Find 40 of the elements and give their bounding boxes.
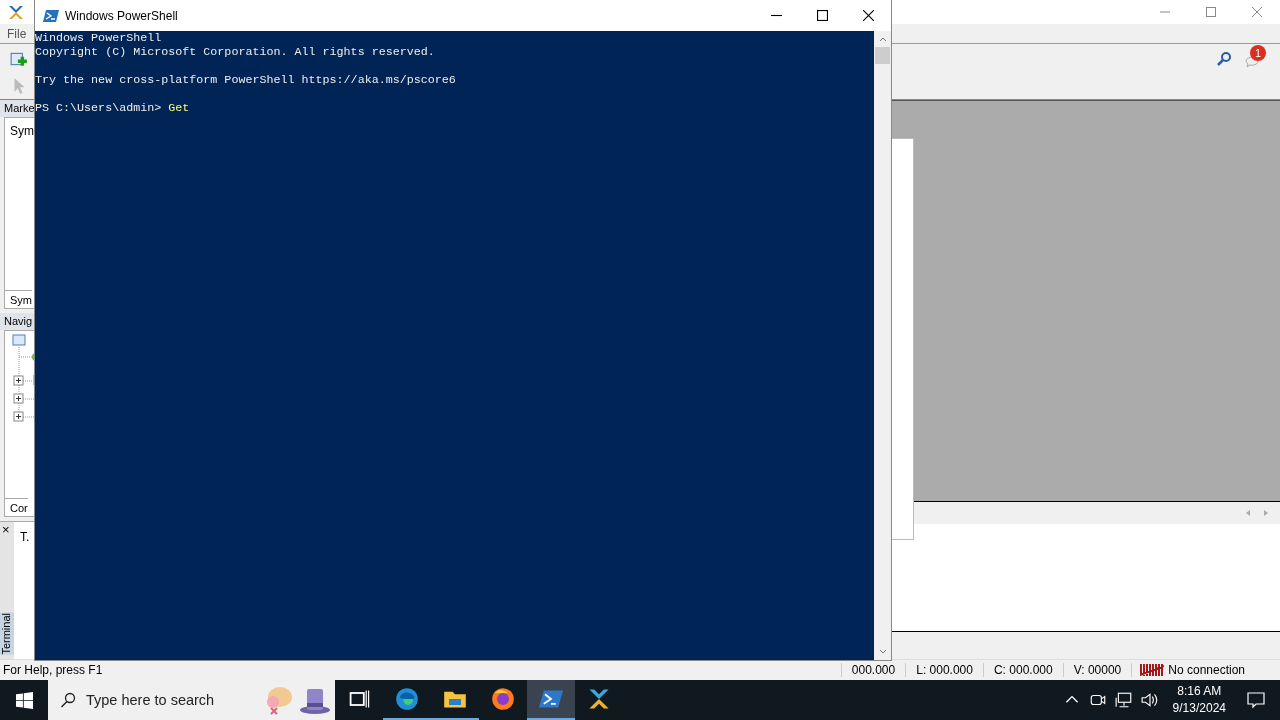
connection-status: No connection <box>1168 663 1245 677</box>
close-button[interactable]: × <box>0 522 14 537</box>
console-command: Get <box>168 101 190 115</box>
menu-item[interactable]: File <box>0 26 34 41</box>
notification-icon[interactable] <box>1246 690 1266 710</box>
network-icon[interactable] <box>1114 691 1133 709</box>
app-logo-icon <box>8 4 24 20</box>
search-icon[interactable] <box>1216 50 1232 67</box>
maximize-icon[interactable] <box>816 10 828 21</box>
powershell-icon <box>43 7 59 24</box>
volume-icon[interactable] <box>1140 691 1159 709</box>
search-icon <box>60 692 76 708</box>
console-line: Copyright (C) Microsoft Corporation. All rights reserved. <box>35 45 436 59</box>
scrollbar-thumb[interactable] <box>875 47 890 64</box>
panel-label: Sym <box>9 123 34 138</box>
console-line: Try the new cross-platform PowerShell https://aka.ms/pscore6 <box>35 73 457 87</box>
close-icon[interactable] <box>862 10 874 21</box>
app-logo-icon <box>587 687 611 711</box>
panel-header: Marke <box>0 100 34 117</box>
search-field[interactable]: Type here to search <box>48 680 335 720</box>
notification-badge: 1 <box>1250 44 1266 61</box>
browser-icon <box>491 687 515 711</box>
start-icon[interactable] <box>16 691 33 709</box>
clock-date[interactable]: 9/13/2024 <box>1172 700 1226 717</box>
panel-header: Navig <box>0 313 34 330</box>
scrollbar[interactable] <box>874 31 891 660</box>
terminal-item: T. <box>19 529 31 544</box>
window-title: Windows PowerShell <box>65 8 178 23</box>
status-field: 000.000 <box>840 663 906 677</box>
console-line: Windows PowerShell <box>35 31 163 45</box>
status-field: V: 00000 <box>1062 663 1132 677</box>
console-prompt: PS C:\Users\admin> <box>35 101 163 115</box>
panel-tab[interactable]: Sym <box>5 290 32 308</box>
connection-icon <box>1140 663 1165 677</box>
status-field: C: 000.000 <box>982 663 1063 677</box>
browser-icon <box>395 687 419 711</box>
status-field: L: 000.000 <box>905 663 983 677</box>
terminal-tab[interactable]: Terminal <box>0 613 14 655</box>
clock-time[interactable]: 8:16 AM <box>1177 683 1222 700</box>
status-text: For Help, press F1 <box>2 663 103 677</box>
